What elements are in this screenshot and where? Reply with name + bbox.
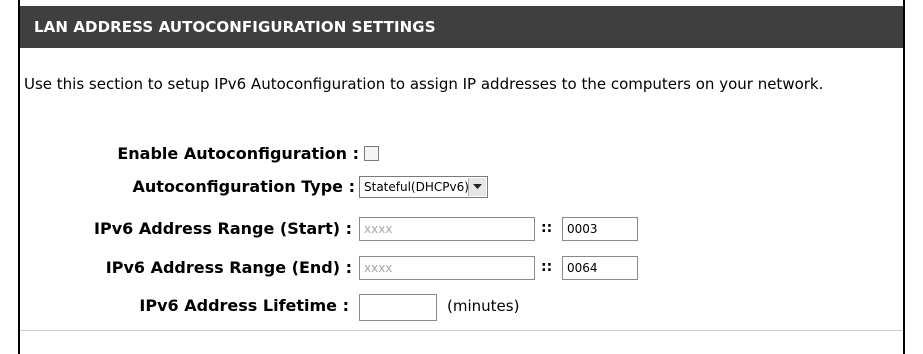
range-start-separator: :: xyxy=(541,220,553,236)
autoconfig-type-label: Autoconfiguration Type : xyxy=(132,177,355,196)
range-end-row: IPv6 Address Range (End) : xxxx :: 0064 xyxy=(0,254,903,282)
enable-autoconfig-row: Enable Autoconfiguration : xyxy=(0,140,903,168)
lifetime-input[interactable] xyxy=(359,294,437,321)
range-end-prefix-input[interactable]: xxxx xyxy=(359,256,535,280)
section-title: LAN ADDRESS AUTOCONFIGURATION SETTINGS xyxy=(34,18,436,36)
enable-autoconfig-label: Enable Autoconfiguration : xyxy=(117,144,359,163)
section-header: LAN ADDRESS AUTOCONFIGURATION SETTINGS xyxy=(20,6,903,48)
range-start-row: IPv6 Address Range (Start) : xxxx :: 000… xyxy=(0,215,903,243)
range-end-separator: :: xyxy=(541,259,553,275)
bottom-divider xyxy=(20,330,903,331)
lifetime-row: IPv6 Address Lifetime : (minutes) xyxy=(0,292,903,321)
right-border xyxy=(903,0,905,354)
range-end-label: IPv6 Address Range (End) : xyxy=(105,258,352,277)
autoconfig-type-select[interactable]: Stateful(DHCPv6) xyxy=(359,176,488,198)
chevron-down-icon[interactable] xyxy=(468,178,486,196)
section-description: Use this section to setup IPv6 Autoconfi… xyxy=(24,75,824,93)
range-start-prefix-input[interactable]: xxxx xyxy=(359,217,535,241)
autoconfig-type-row: Autoconfiguration Type : Stateful(DHCPv6… xyxy=(0,173,903,201)
lifetime-label: IPv6 Address Lifetime : xyxy=(139,296,349,315)
range-start-suffix-input[interactable]: 0003 xyxy=(562,217,638,241)
lifetime-unit: (minutes) xyxy=(447,297,520,315)
range-end-suffix-input[interactable]: 0064 xyxy=(562,256,638,280)
autoconfig-type-value: Stateful(DHCPv6) xyxy=(364,180,469,194)
enable-autoconfig-checkbox[interactable] xyxy=(364,146,379,161)
range-start-label: IPv6 Address Range (Start) : xyxy=(94,219,352,238)
